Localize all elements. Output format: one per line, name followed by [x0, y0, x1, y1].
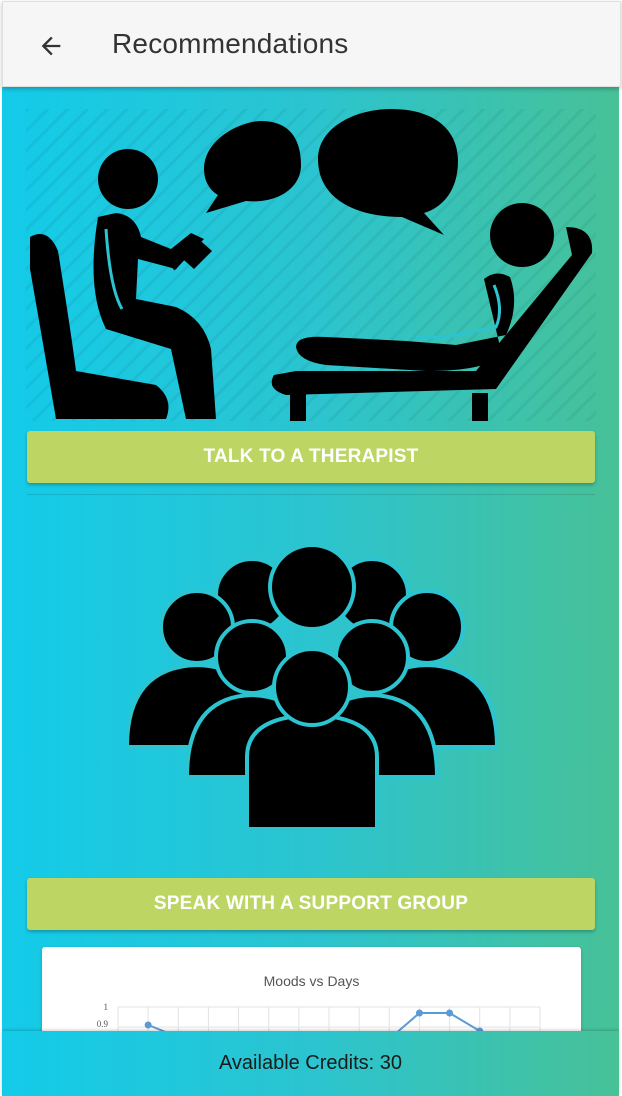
y-tick-label: 1: [104, 1002, 109, 1012]
arrow-back-icon: [41, 36, 61, 56]
data-point: [415, 1009, 423, 1017]
recommendations-content: TALK TO A THERAPIST SPEAK WITH A SUPPORT…: [2, 87, 619, 1096]
therapy-session-illustration: [26, 109, 596, 421]
credits-footer: Available Credits: 30: [2, 1031, 619, 1096]
support-group-icon: [127, 547, 497, 829]
data-point: [446, 1009, 454, 1017]
y-tick-label: 0.9: [97, 1019, 109, 1029]
divider: [27, 494, 595, 495]
back-button[interactable]: [33, 28, 69, 64]
page-title: Recommendations: [112, 28, 349, 59]
app-bar: Recommendations: [2, 1, 621, 87]
data-point: [144, 1021, 152, 1029]
speak-with-support-group-button[interactable]: SPEAK WITH A SUPPORT GROUP: [27, 878, 595, 930]
available-credits-text: Available Credits: 30: [218, 1052, 403, 1074]
talk-to-therapist-button[interactable]: TALK TO A THERAPIST: [27, 431, 595, 483]
